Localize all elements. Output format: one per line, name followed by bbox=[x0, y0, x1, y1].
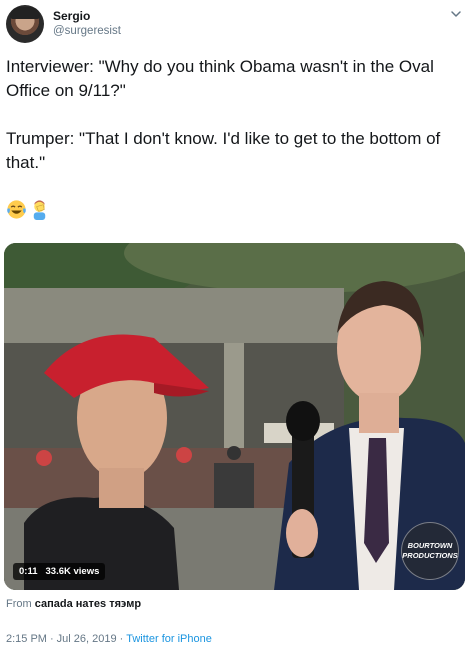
tweet-date[interactable]: Jul 26, 2019 bbox=[57, 633, 117, 645]
tweet-text: Interviewer: "Why do you think Obama was… bbox=[6, 55, 468, 175]
video-duration: 0:11 bbox=[19, 566, 38, 577]
avatar[interactable] bbox=[6, 5, 44, 43]
video-player[interactable]: 0:11 33.6K views BOURTOWN PRODUCTIONS bbox=[4, 243, 465, 590]
chevron-down-icon[interactable] bbox=[450, 8, 462, 20]
production-watermark: BOURTOWN PRODUCTIONS bbox=[401, 522, 459, 580]
video-meta-badge: 0:11 33.6K views bbox=[13, 563, 106, 580]
face-with-tears-of-joy-icon bbox=[7, 200, 26, 219]
tweet-text-line-interviewer: Interviewer: "Why do you think Obama was… bbox=[6, 57, 434, 100]
video-frame bbox=[4, 243, 465, 590]
author-handle[interactable]: @surgeresist bbox=[53, 24, 121, 39]
tweet-source-link[interactable]: Twitter for iPhone bbox=[126, 633, 212, 645]
meta-separator: · bbox=[49, 633, 54, 645]
emoji-row bbox=[6, 199, 50, 220]
watermark-line-1: BOURTOWN bbox=[407, 541, 453, 550]
tweet-meta: 2:15 PM · Jul 26, 2019 · Twitter for iPhone bbox=[6, 633, 212, 645]
tweet-time[interactable]: 2:15 PM bbox=[6, 633, 47, 645]
video-attribution: From сапаda натеs тя϶мр bbox=[6, 598, 141, 610]
meta-separator-2: · bbox=[119, 633, 124, 645]
watermark-line-2: PRODUCTIONS bbox=[402, 551, 458, 560]
tweet-header: Sergio @surgeresist bbox=[6, 4, 121, 44]
author-display-name[interactable]: Sergio bbox=[53, 9, 121, 24]
man-facepalming-icon bbox=[33, 200, 46, 220]
from-source-name[interactable]: сапаda натеs тя϶мр bbox=[35, 598, 141, 610]
video-views: 33.6K views bbox=[45, 566, 100, 577]
from-prefix: From bbox=[6, 598, 32, 610]
author-names[interactable]: Sergio @surgeresist bbox=[53, 9, 121, 39]
tweet-text-line-trumper: Trumper: "That I don't know. I'd like to… bbox=[6, 129, 441, 172]
